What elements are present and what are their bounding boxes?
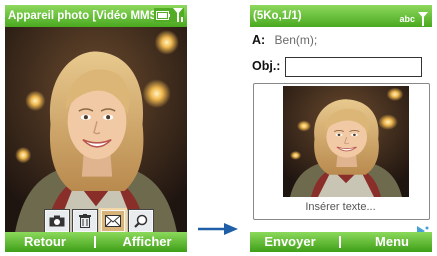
camera-screen: Appareil photo [Vidéo MMS Retour Affiche…: [5, 5, 187, 252]
softkey-bar: Envoyer Menu: [250, 232, 432, 252]
softkey-bar: Retour Afficher: [5, 232, 187, 252]
insert-text-placeholder[interactable]: Insérer texte...: [253, 201, 428, 213]
signal-icon: [418, 12, 428, 26]
title-bar: (5Ko,1/1) abc: [250, 5, 432, 27]
subject-row: Obj.:: [252, 59, 280, 73]
softkey-back[interactable]: Retour: [5, 232, 85, 252]
magnifier-icon: [134, 214, 148, 228]
softkey-view[interactable]: Afficher: [107, 232, 187, 252]
attached-photo: [283, 86, 409, 197]
transition-arrow-icon: [198, 223, 238, 235]
subject-label: Obj.:: [252, 59, 281, 73]
title-bar: Appareil photo [Vidéo MMS: [5, 5, 187, 27]
envelope-icon: [105, 215, 121, 227]
softkey-separator: [339, 236, 341, 248]
to-value: Ben(m);: [274, 33, 318, 47]
mms-composer-screen: (5Ko,1/1) abc A: Ben(m); Obj.: Insérer t…: [250, 5, 432, 252]
softkey-menu[interactable]: Menu: [352, 232, 432, 252]
subject-input[interactable]: [285, 57, 422, 77]
camera-viewfinder-image: [5, 27, 187, 232]
signal-icon: [173, 8, 183, 22]
camera-icon: [49, 215, 65, 227]
to-field[interactable]: A: Ben(m);: [252, 33, 317, 47]
camera-button[interactable]: [45, 210, 69, 232]
battery-icon: [156, 10, 170, 20]
send-mms-button[interactable]: [101, 210, 125, 232]
status-icons: [154, 8, 184, 22]
input-mode-indicator: abc: [399, 14, 415, 24]
to-label: A:: [252, 33, 266, 47]
message-size-title: (5Ko,1/1): [253, 10, 302, 22]
softkey-send[interactable]: Envoyer: [250, 232, 330, 252]
trash-icon: [79, 214, 91, 228]
softkey-separator: [94, 236, 96, 248]
status-icons: abc: [397, 8, 429, 30]
camera-toolbar: [45, 210, 153, 232]
view-button[interactable]: [129, 210, 153, 232]
delete-button[interactable]: [73, 210, 97, 232]
window-title: Appareil photo [Vidéo MMS: [8, 10, 158, 22]
